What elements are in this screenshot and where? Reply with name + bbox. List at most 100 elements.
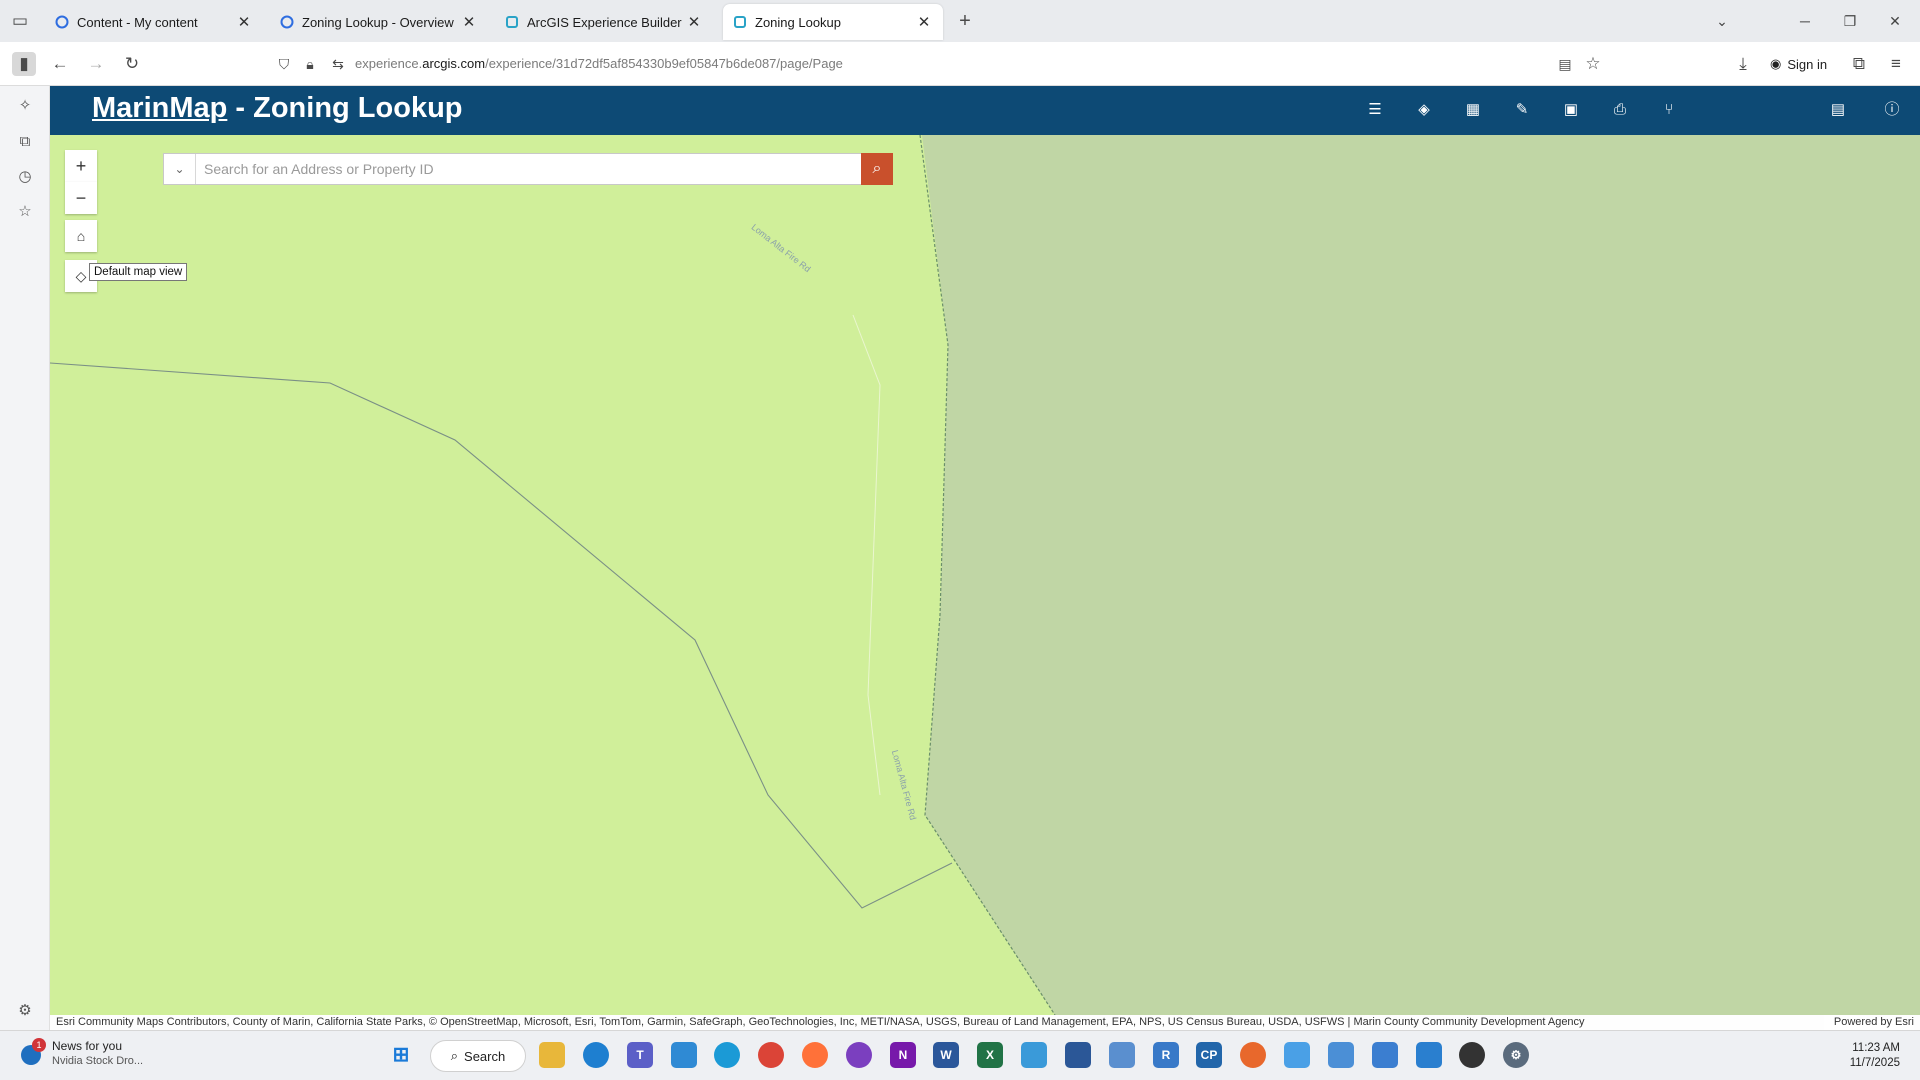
cp-app-icon[interactable]: CP: [1196, 1042, 1222, 1068]
restore-icon[interactable]: ❐: [1835, 8, 1865, 34]
system-clock[interactable]: 11:23 AM 11/7/2025: [1830, 1041, 1900, 1071]
app-icon-grad-cap[interactable]: [1459, 1042, 1485, 1068]
new-tab-icon[interactable]: +: [953, 9, 977, 33]
menu-icon[interactable]: ≡: [1884, 52, 1908, 76]
lock-icon[interactable]: 🔒︎: [298, 52, 322, 76]
url-bar[interactable]: experience.arcgis.com/experience/31d72df…: [355, 56, 843, 71]
marinmap-link[interactable]: MarinMap: [92, 92, 227, 124]
tab-zoning-lookup[interactable]: Zoning Lookup ✕: [723, 4, 943, 40]
table-icon[interactable]: ▤: [1826, 98, 1850, 122]
news-title: News for you: [52, 1039, 123, 1053]
tab-experience-builder[interactable]: ArcGIS Experience Builder ✕: [495, 4, 713, 40]
app-icon-window[interactable]: [1372, 1042, 1398, 1068]
search-icon: ⌕: [450, 1048, 459, 1063]
edge-icon[interactable]: [714, 1042, 740, 1068]
bookmarks-icon[interactable]: ☆: [13, 200, 37, 224]
app-header: MarinMap - Zoning Lookup ☰ ◈ ▦ ✎ ▣ ⎙ ⑂ ▤…: [50, 86, 1920, 135]
tracking-protection-icon[interactable]: ⛉: [272, 52, 296, 76]
excel-icon[interactable]: X: [977, 1042, 1003, 1068]
reader-view-icon[interactable]: ▤: [1553, 52, 1577, 76]
news-widget[interactable]: 1 News for you Nvidia Stock Dro...: [18, 1038, 144, 1069]
url-prefix: experience.: [355, 56, 423, 71]
tab-overview-icon[interactable]: ▭: [8, 9, 32, 33]
news-subtitle: Nvidia Stock Dro...: [52, 1055, 144, 1067]
print-icon[interactable]: ⎙: [1608, 98, 1632, 122]
back-icon[interactable]: ←: [48, 52, 72, 76]
synced-tabs-icon[interactable]: ⧉: [13, 130, 37, 154]
notepad-icon[interactable]: [1328, 1042, 1354, 1068]
search-icon: ⌕: [872, 160, 882, 177]
app-icon-gallery[interactable]: [1021, 1042, 1047, 1068]
app-icon-orange[interactable]: [1240, 1042, 1266, 1068]
search-button[interactable]: ⌕: [861, 153, 893, 185]
map-canvas: [50, 135, 1920, 1015]
file-explorer-icon[interactable]: [539, 1042, 565, 1068]
downloads-icon[interactable]: ⤓: [1731, 52, 1755, 76]
onenote-icon[interactable]: N: [890, 1042, 916, 1068]
customize-sidebar-icon[interactable]: ⚙: [13, 999, 37, 1023]
open-space-area: [920, 135, 1920, 1015]
taskbar-search[interactable]: ⌕ Search: [430, 1040, 526, 1072]
settings-gear-icon[interactable]: ⚙: [1503, 1042, 1529, 1068]
app-icon-shield[interactable]: [1109, 1042, 1135, 1068]
r-app-icon[interactable]: R: [1153, 1042, 1179, 1068]
browser-nav-bar: ▮ ← → ↻ ⛉ 🔒︎ ⇆ experience.arcgis.com/exp…: [0, 42, 1920, 86]
word-icon[interactable]: W: [933, 1042, 959, 1068]
app-icon-blue-circle[interactable]: [583, 1042, 609, 1068]
sign-in-button[interactable]: ◉ Sign in: [1770, 56, 1827, 72]
home-tooltip: Default map view: [89, 263, 188, 281]
experience-builder-favicon-icon: [505, 15, 519, 29]
map-view[interactable]: Loma Alta Fire Rd Loma Alta Fire Rd ⌄ ⌕ …: [50, 135, 1920, 1015]
parcel-boundary: [50, 362, 953, 909]
close-icon[interactable]: ✕: [915, 13, 933, 31]
close-icon[interactable]: ✕: [235, 13, 253, 31]
close-icon[interactable]: ✕: [460, 13, 478, 31]
ai-chatbot-icon[interactable]: ✧: [13, 94, 37, 118]
powered-by-esri-link[interactable]: Powered by Esri: [1823, 1015, 1914, 1030]
minimize-icon[interactable]: ─: [1790, 8, 1820, 34]
tab-zoning-lookup-overview[interactable]: Zoning Lookup - Overview ✕: [270, 4, 488, 40]
list-all-tabs-icon[interactable]: ⌄: [1707, 8, 1737, 34]
share-icon[interactable]: ⑂: [1657, 98, 1681, 122]
chrome-icon[interactable]: [758, 1042, 784, 1068]
home-button[interactable]: ⌂: [65, 220, 97, 252]
permissions-icon[interactable]: ⇆: [326, 52, 350, 76]
close-window-icon[interactable]: ✕: [1880, 8, 1910, 34]
url-path: /experience/31d72df5af854330b9ef05847b6d…: [485, 56, 843, 71]
app-icon-landscape[interactable]: [1416, 1042, 1442, 1068]
app-icon-calculator[interactable]: [1065, 1042, 1091, 1068]
extensions-icon[interactable]: ⧉: [1847, 52, 1871, 76]
tab-content-my-content[interactable]: Content - My content ✕: [45, 4, 263, 40]
app-title: MarinMap - Zoning Lookup: [92, 92, 463, 125]
legend-icon[interactable]: ☰: [1363, 98, 1387, 122]
measure-icon[interactable]: ✎: [1510, 98, 1534, 122]
tab-title: ArcGIS Experience Builder: [527, 14, 682, 30]
history-icon[interactable]: ◷: [13, 165, 37, 189]
windows-start-icon[interactable]: ⊞: [388, 1042, 414, 1068]
tab-title: Zoning Lookup - Overview: [302, 14, 454, 30]
clock-date: 11/7/2025: [1849, 1057, 1900, 1069]
info-icon[interactable]: ⓘ: [1880, 98, 1904, 122]
app-icon-blue[interactable]: [671, 1042, 697, 1068]
zoom-out-button[interactable]: −: [65, 182, 97, 214]
app-icon-purple[interactable]: [846, 1042, 872, 1068]
snipping-tool-icon[interactable]: [1284, 1042, 1310, 1068]
bookmark-icon[interactable]: ▣: [1559, 98, 1583, 122]
sign-in-label: Sign in: [1787, 56, 1828, 72]
zoom-in-button[interactable]: +: [65, 150, 97, 182]
basemap-gallery-icon[interactable]: ▦: [1461, 98, 1485, 122]
forward-icon[interactable]: →: [84, 52, 108, 76]
reload-icon[interactable]: ↻: [120, 52, 144, 76]
layers-icon[interactable]: ◈: [1412, 98, 1436, 122]
teams-icon[interactable]: T: [627, 1042, 653, 1068]
close-icon[interactable]: ✕: [685, 13, 703, 31]
bookmark-star-icon[interactable]: ☆: [1581, 52, 1605, 76]
address-search-input[interactable]: [198, 154, 848, 184]
chevron-down-icon[interactable]: ⌄: [164, 154, 196, 184]
browser-sidebar: ✧ ⧉ ◷ ☆ ⚙: [0, 86, 50, 1030]
sidebar-toggle-icon[interactable]: ▮: [12, 52, 36, 76]
firefox-icon[interactable]: [802, 1042, 828, 1068]
tab-title: Content - My content: [77, 14, 198, 30]
address-search: ⌄ ⌕: [163, 153, 893, 185]
arcgis-favicon-icon: [55, 15, 69, 29]
